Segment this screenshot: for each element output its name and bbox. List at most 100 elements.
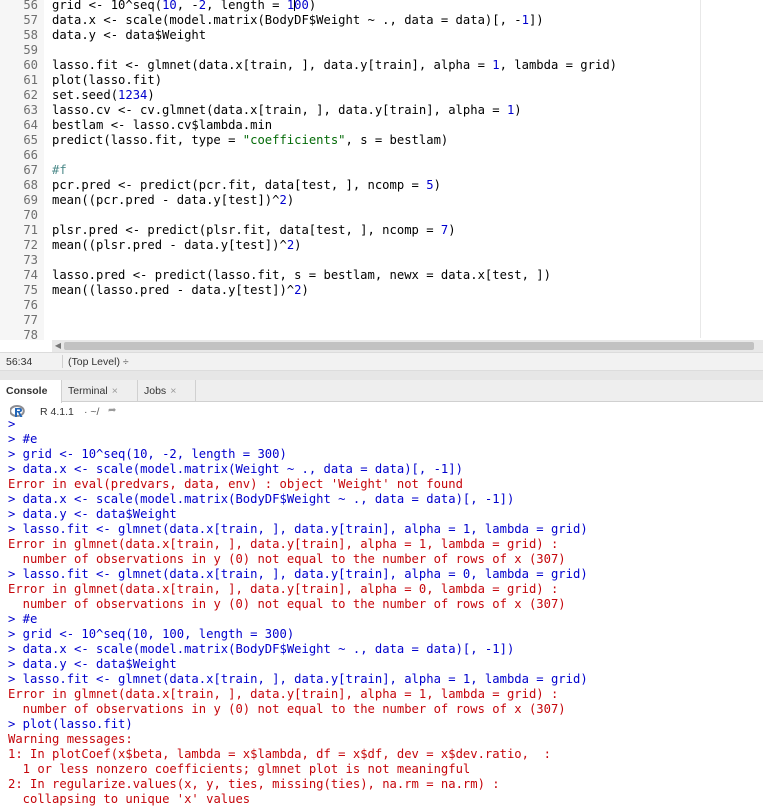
- line-number: 60: [0, 58, 44, 73]
- line-number: 74: [0, 268, 44, 283]
- console-error-line: Warning messages:: [8, 732, 133, 746]
- code-text[interactable]: bestlam <- lasso.cv$lambda.min: [44, 118, 272, 133]
- close-icon[interactable]: ×: [112, 385, 118, 397]
- working-directory[interactable]: · ~/: [84, 406, 99, 418]
- scrollbar-thumb[interactable]: [64, 342, 754, 350]
- code-text[interactable]: grid <- 10^seq(10, -2, length = 100): [44, 0, 316, 13]
- scroll-left-icon[interactable]: ◀: [52, 340, 64, 352]
- console-input-line: > grid <- 10^seq(10, 100, length = 300): [8, 627, 295, 641]
- code-line[interactable]: 78: [0, 328, 700, 340]
- source-editor[interactable]: 56 grid <- 10^seq(10, -2, length = 100) 57…: [0, 0, 763, 371]
- line-number: 57: [0, 13, 44, 28]
- tab-terminal-label: Terminal: [68, 385, 108, 397]
- console-error-line: Error in glmnet(data.x[train, ], data.y[…: [8, 537, 559, 551]
- line-number: 73: [0, 253, 44, 268]
- console-input-line: > data.y <- data$Weight: [8, 657, 177, 671]
- code-line[interactable]: 70: [0, 208, 700, 223]
- code-text[interactable]: mean((pcr.pred - data.y[test])^2): [44, 193, 294, 208]
- line-number: 65: [0, 133, 44, 148]
- code-line[interactable]: 56 grid <- 10^seq(10, -2, length = 100): [0, 0, 700, 13]
- console-error-line: collapsing to unique 'x' values: [8, 792, 251, 806]
- console-input-line: > #e: [8, 432, 38, 446]
- line-number: 63: [0, 103, 44, 118]
- scope-selector[interactable]: (Top Level) ÷: [68, 356, 129, 368]
- console-error-line: 2: In regularize.values(x, y, ties, miss…: [8, 777, 500, 791]
- code-line[interactable]: 71 plsr.pred <- predict(plsr.fit, data[te…: [0, 223, 700, 238]
- tab-console[interactable]: Console: [0, 380, 62, 403]
- code-line[interactable]: 59: [0, 43, 700, 58]
- code-text[interactable]: lasso.fit <- glmnet(data.x[train, ], dat…: [44, 58, 617, 73]
- console-input-line: > lasso.fit <- glmnet(data.x[train, ], d…: [8, 567, 588, 581]
- line-number: 59: [0, 43, 44, 58]
- line-number: 58: [0, 28, 44, 43]
- code-line[interactable]: 73: [0, 253, 700, 268]
- console-input-line: > data.x <- scale(model.matrix(BodyDF$We…: [8, 492, 515, 506]
- code-text[interactable]: plsr.pred <- predict(plsr.fit, data[test…: [44, 223, 456, 238]
- console-input-line: > data.x <- scale(model.matrix(Weight ~ …: [8, 462, 463, 476]
- code-text[interactable]: pcr.pred <- predict(pcr.fit, data[test, …: [44, 178, 441, 193]
- editor-statusbar: 56:34 (Top Level) ÷: [0, 352, 763, 371]
- line-number: 77: [0, 313, 44, 328]
- line-number: 76: [0, 298, 44, 313]
- console-error-line: number of observations in y (0) not equa…: [8, 597, 566, 611]
- code-line[interactable]: 57 data.x <- scale(model.matrix(BodyDF$We…: [0, 13, 700, 28]
- code-line[interactable]: 72 mean((plsr.pred - data.y[test])^2): [0, 238, 700, 253]
- code-line[interactable]: 63 lasso.cv <- cv.glmnet(data.x[train, ],…: [0, 103, 700, 118]
- code-line[interactable]: 61 plot(lasso.fit): [0, 73, 700, 88]
- code-line[interactable]: 58 data.y <- data$Weight: [0, 28, 700, 43]
- code-line[interactable]: 64 bestlam <- lasso.cv$lambda.min: [0, 118, 700, 133]
- pane-splitter[interactable]: [0, 371, 763, 380]
- tab-terminal[interactable]: Terminal ×: [62, 380, 138, 402]
- code-text[interactable]: predict(lasso.fit, type = "coefficients"…: [44, 133, 448, 148]
- code-line[interactable]: 76: [0, 298, 700, 313]
- console-error-line: Error in eval(predvars, data, env) : obj…: [8, 477, 463, 491]
- code-text[interactable]: #f: [44, 163, 67, 178]
- line-number: 56: [0, 0, 44, 13]
- code-line[interactable]: 74 lasso.pred <- predict(lasso.fit, s = b…: [0, 268, 700, 283]
- console-input-line: > data.y <- data$Weight: [8, 507, 177, 521]
- print-margin: [700, 0, 701, 338]
- console-error-line: Error in glmnet(data.x[train, ], data.y[…: [8, 687, 559, 701]
- console-input-line: > lasso.fit <- glmnet(data.x[train, ], d…: [8, 672, 588, 686]
- horizontal-scrollbar[interactable]: ◀: [52, 340, 763, 352]
- line-number: 75: [0, 283, 44, 298]
- close-icon[interactable]: ×: [170, 385, 176, 397]
- console-error-line: Error in glmnet(data.x[train, ], data.y[…: [8, 582, 559, 596]
- line-number: 72: [0, 238, 44, 253]
- line-number: 61: [0, 73, 44, 88]
- console-output[interactable]: > > #e > grid <- 10^seq(10, -2, length = 3…: [0, 418, 763, 810]
- code-text[interactable]: data.y <- data$Weight: [44, 28, 206, 43]
- divider: [62, 355, 63, 368]
- code-line[interactable]: 69 mean((pcr.pred - data.y[test])^2): [0, 193, 700, 208]
- code-text[interactable]: mean((plsr.pred - data.y[test])^2): [44, 238, 302, 253]
- cursor-position: 56:34: [6, 356, 33, 368]
- code-line[interactable]: 60 lasso.fit <- glmnet(data.x[train, ], d…: [0, 58, 700, 73]
- console-input-line: > grid <- 10^seq(10, -2, length = 300): [8, 447, 287, 461]
- code-line[interactable]: 77: [0, 313, 700, 328]
- code-line[interactable]: 67 #f: [0, 163, 700, 178]
- code-line[interactable]: 65 predict(lasso.fit, type = "coefficient…: [0, 133, 700, 148]
- code-line[interactable]: 62 set.seed(1234): [0, 88, 700, 103]
- console-input-line: > lasso.fit <- glmnet(data.x[train, ], d…: [8, 522, 588, 536]
- code-text[interactable]: data.x <- scale(model.matrix(BodyDF$Weig…: [44, 13, 544, 28]
- line-number: 68: [0, 178, 44, 193]
- arrow-right-icon[interactable]: ➦: [108, 405, 116, 416]
- console-input-line: > data.x <- scale(model.matrix(BodyDF$We…: [8, 642, 515, 656]
- editor-lines[interactable]: 56 grid <- 10^seq(10, -2, length = 100) 57…: [0, 0, 763, 340]
- code-text[interactable]: lasso.pred <- predict(lasso.fit, s = bes…: [44, 268, 551, 283]
- line-number: 69: [0, 193, 44, 208]
- line-number: 71: [0, 223, 44, 238]
- tab-jobs[interactable]: Jobs ×: [138, 380, 196, 402]
- r-logo-icon: [10, 405, 25, 417]
- console-error-line: 1 or less nonzero coefficients; glmnet p…: [8, 762, 471, 776]
- code-line[interactable]: 66: [0, 148, 700, 163]
- code-text[interactable]: plot(lasso.fit): [44, 73, 162, 88]
- console-input-line: >: [8, 418, 16, 431]
- line-number: 62: [0, 88, 44, 103]
- code-text[interactable]: lasso.cv <- cv.glmnet(data.x[train, ], d…: [44, 103, 522, 118]
- code-text[interactable]: mean((lasso.pred - data.y[test])^2): [44, 283, 309, 298]
- tab-jobs-label: Jobs: [144, 385, 167, 397]
- code-text[interactable]: set.seed(1234): [44, 88, 155, 103]
- code-line[interactable]: 75 mean((lasso.pred - data.y[test])^2): [0, 283, 700, 298]
- code-line[interactable]: 68 pcr.pred <- predict(pcr.fit, data[test…: [0, 178, 700, 193]
